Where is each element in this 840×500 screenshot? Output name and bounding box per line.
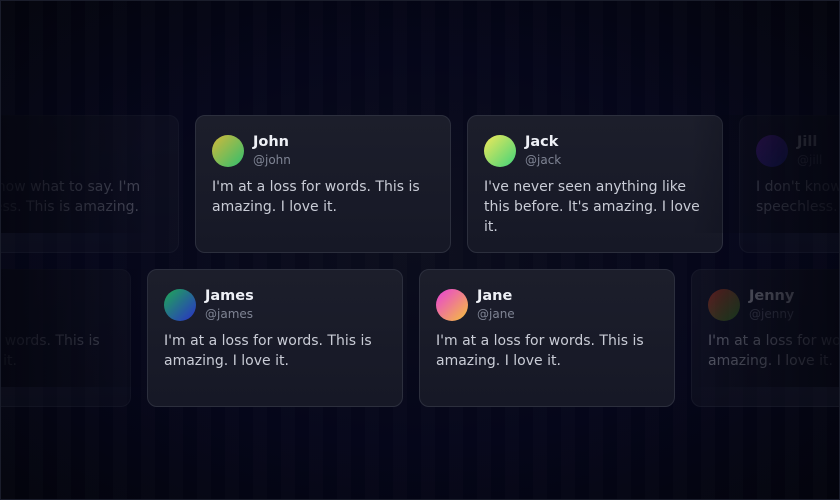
testimonial-card: Jane @jane I'm at a loss for words. This…: [419, 269, 675, 407]
marquee-row-1: I don't know what to say. I'm speechless…: [1, 115, 839, 253]
avatar: [484, 135, 516, 167]
testimonial-card: Jenny @jenny I'm at a loss for words. Th…: [691, 269, 840, 407]
user-name: Jill: [797, 134, 818, 150]
testimonial-marquee: I don't know what to say. I'm speechless…: [0, 0, 840, 500]
user-handle: @james: [205, 307, 254, 321]
testimonial-card: I'm at a loss for words. This is amazing…: [1, 269, 131, 407]
testimonial-card: I don't know what to say. I'm speechless…: [1, 115, 179, 253]
avatar: [708, 289, 740, 321]
testimonial-text: I'm at a loss for words. This is amazing…: [708, 333, 840, 369]
testimonial-card: Jill @jill I don't know what to say. I'm…: [739, 115, 840, 253]
user-name: James: [205, 288, 254, 304]
user-name: John: [253, 134, 290, 150]
user-name: Jack: [525, 134, 559, 150]
testimonial-text: I don't know what to say. I'm speechless…: [1, 179, 141, 215]
avatar: [436, 289, 468, 321]
testimonial-card: James @james I'm at a loss for words. Th…: [147, 269, 403, 407]
user-name: Jane: [477, 288, 513, 304]
user-handle: @john: [253, 153, 291, 167]
testimonial-text: I'm at a loss for words. This is amazing…: [1, 333, 100, 369]
user-name: Jenny: [749, 288, 795, 304]
testimonial-text: I'm at a loss for words. This is amazing…: [212, 179, 420, 215]
testimonial-text: I'm at a loss for words. This is amazing…: [436, 333, 644, 369]
user-handle: @jack: [525, 153, 562, 167]
avatar: [212, 135, 244, 167]
user-handle: @jill: [797, 153, 823, 167]
testimonial-text: I've never seen anything like this befor…: [484, 179, 700, 235]
avatar: [164, 289, 196, 321]
testimonial-card: John @john I'm at a loss for words. This…: [195, 115, 451, 253]
marquee-row-2: I'm at a loss for words. This is amazing…: [1, 269, 839, 407]
user-handle: @jenny: [749, 307, 795, 321]
user-handle: @jane: [477, 307, 515, 321]
testimonial-card: Jack @jack I've never seen anything like…: [467, 115, 723, 253]
testimonial-text: I'm at a loss for words. This is amazing…: [164, 333, 372, 369]
avatar: [756, 135, 788, 167]
testimonial-text: I don't know what to say. I'm speechless…: [756, 179, 840, 215]
